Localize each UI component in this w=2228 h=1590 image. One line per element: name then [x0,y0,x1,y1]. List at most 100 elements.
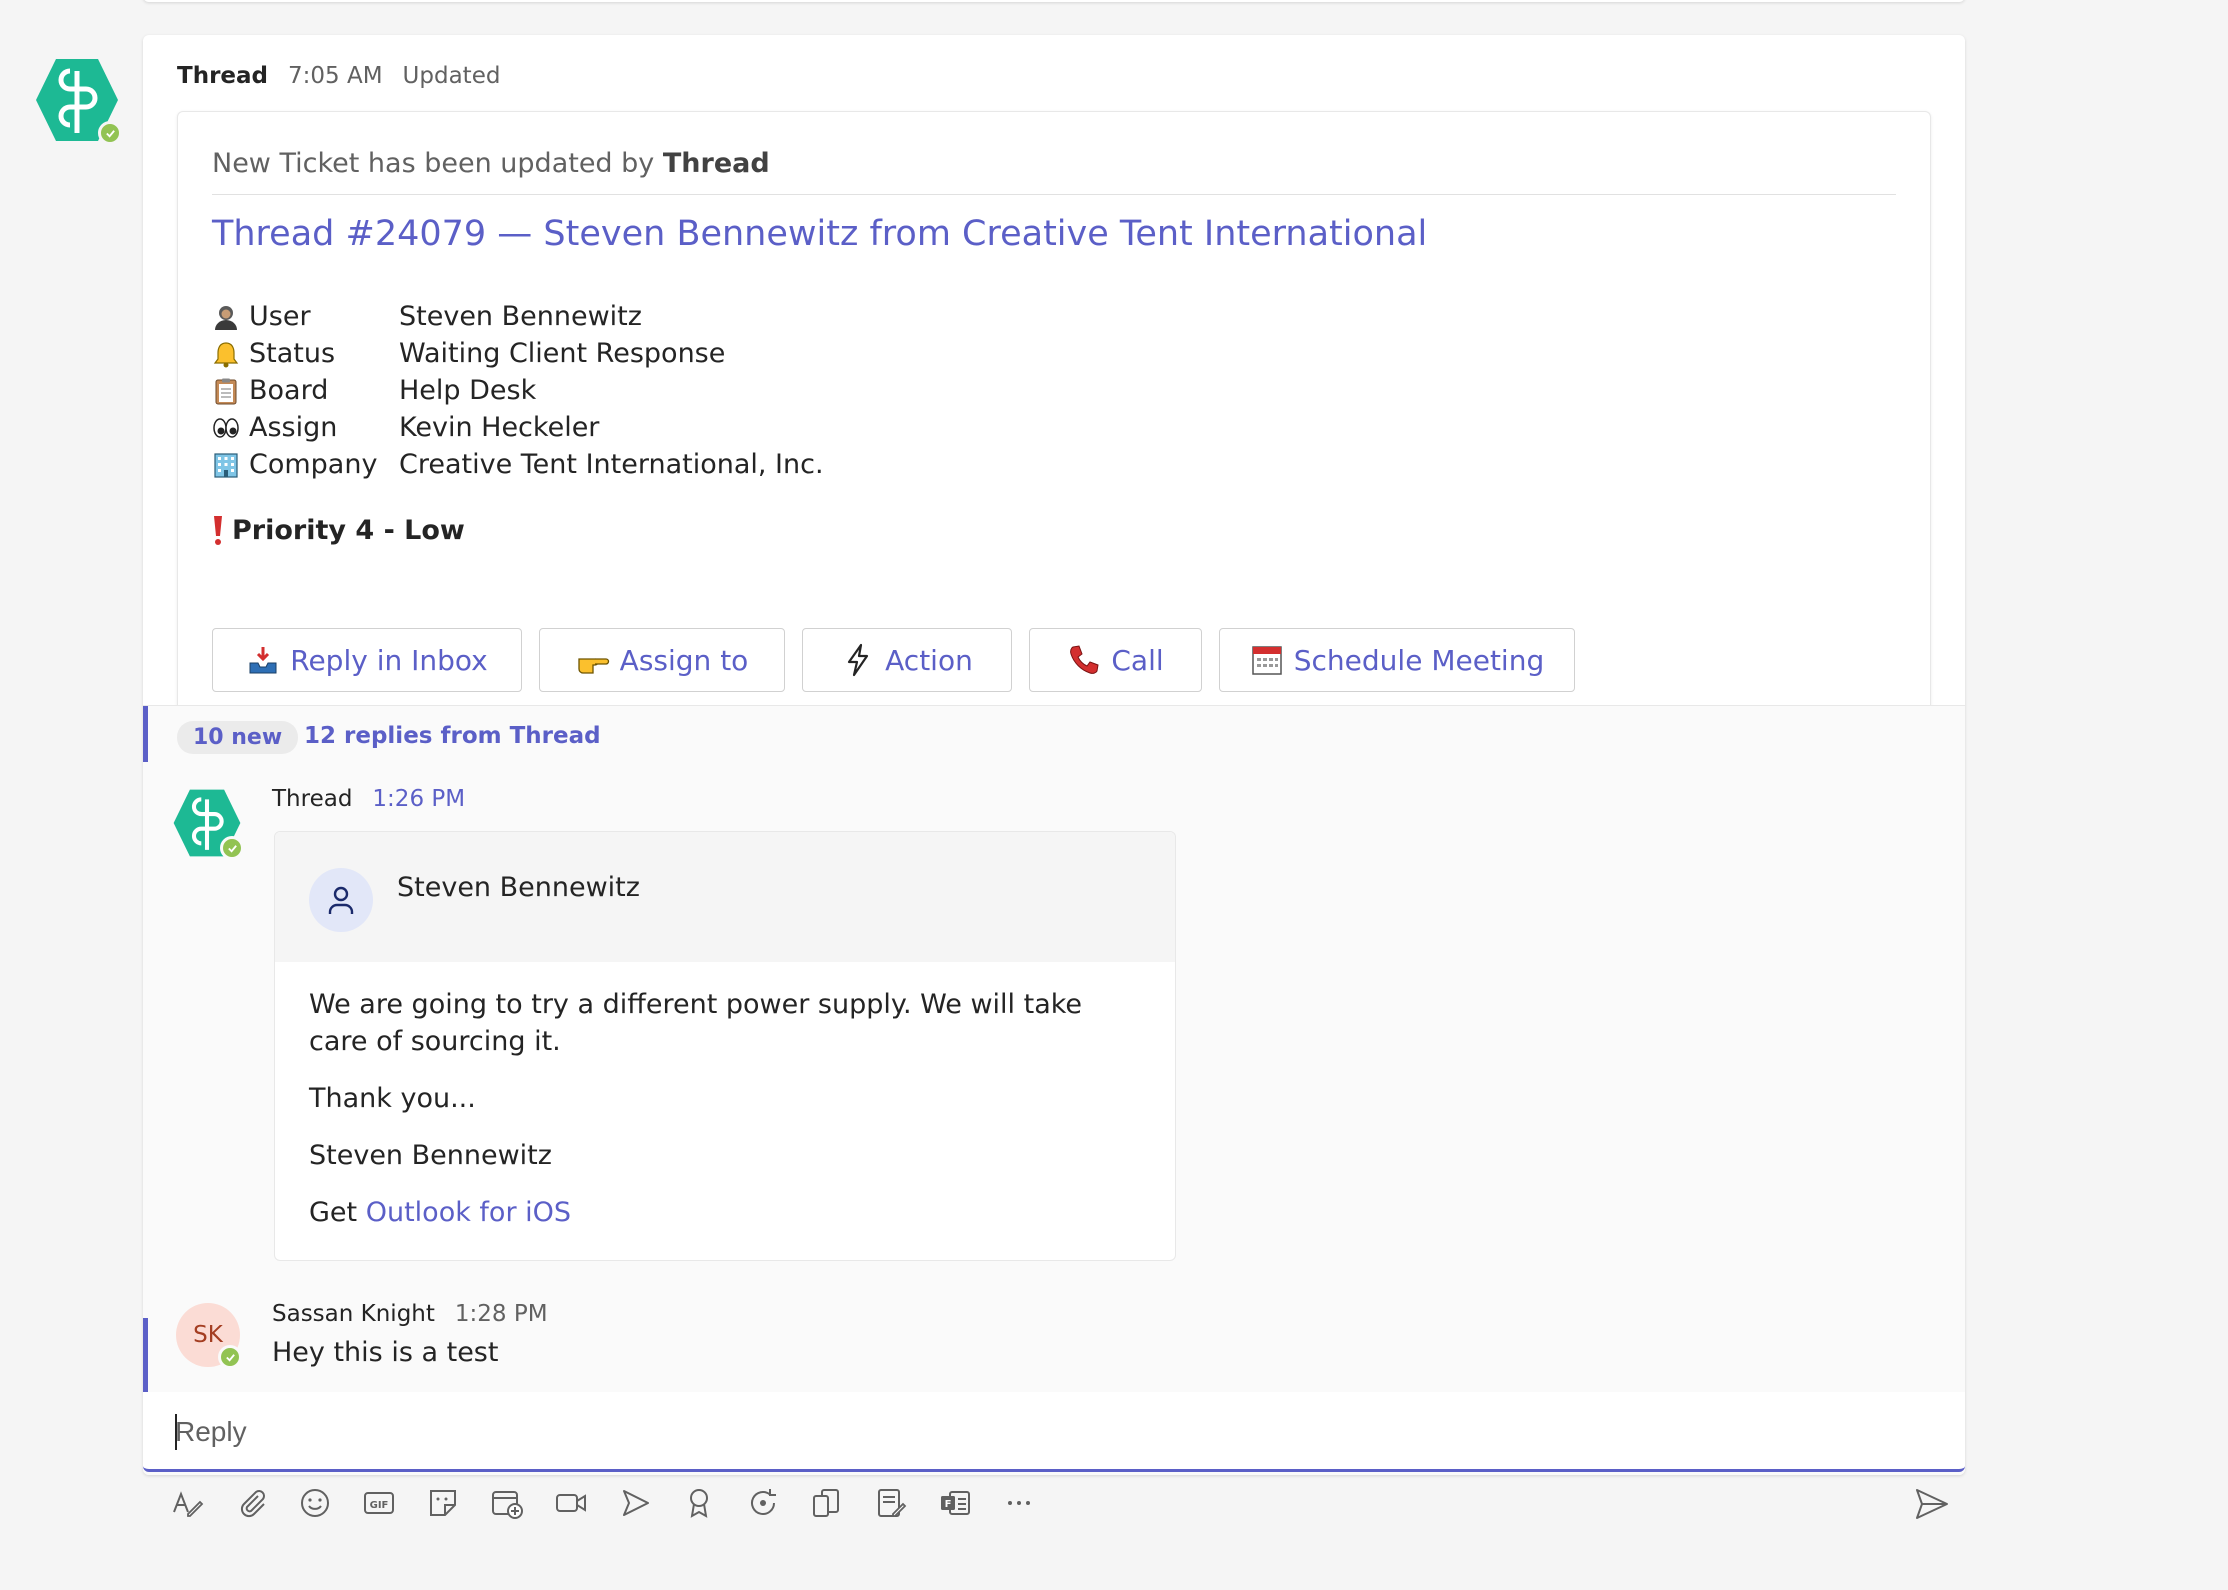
priority-label: Priority 4 - Low [212,514,465,546]
message-card: Thread 7:05 AM Updated New Ticket has be… [143,35,1965,1475]
action-label: Schedule Meeting [1293,643,1545,677]
ticket-card: New Ticket has been updated by Thread Th… [177,111,1931,725]
outlook-ios-link[interactable]: Outlook for iOS [366,1197,571,1228]
approvals-icon[interactable] [810,1486,844,1520]
reply-sender[interactable]: Sassan Knight [272,1301,435,1327]
email-paragraph: Steven Bennewitz [309,1140,552,1171]
email-paragraph: Thank you... [309,1083,476,1114]
replies-expand-link[interactable]: 12 replies from Thread [304,723,601,749]
email-sender-avatar [309,868,373,932]
action-label: Action [885,643,973,677]
updated-by: Thread [662,148,770,179]
calendar-icon [1252,646,1282,675]
office-building-emoji-icon [212,451,240,479]
action-label: Assign to [619,643,749,677]
svg-text:GIF: GIF [370,1500,389,1511]
reply-sender[interactable]: Thread [272,786,352,812]
message-header: Thread 7:05 AM Updated [177,63,500,89]
fact-set: User Steven Bennewitz Status Waiting Cli… [212,298,824,483]
lightning-icon [848,643,869,677]
action-label: Reply in Inbox [290,643,488,677]
loop-icon[interactable] [746,1486,780,1520]
format-icon[interactable] [170,1486,204,1520]
fact-row-assign: Assign Kevin Heckeler [212,409,824,446]
telephone-icon [1070,645,1099,674]
reply-time: 1:28 PM [454,1301,548,1327]
send-button[interactable] [1914,1486,1950,1522]
reply-in-inbox-button[interactable]: Reply in Inbox [212,628,522,692]
video-icon[interactable] [554,1486,588,1520]
person-icon [328,886,354,914]
svg-text:F: F [945,1499,952,1510]
thread-bot-avatar[interactable] [34,57,122,145]
stream-icon[interactable] [618,1486,652,1520]
inbox-tray-icon [249,647,277,674]
schedule-meeting-icon[interactable] [490,1486,524,1520]
reply-time: 1:26 PM [372,786,466,812]
get-text: Get [309,1197,358,1228]
pointing-hand-icon [578,658,609,674]
attach-icon[interactable] [234,1486,268,1520]
email-body: We are going to try a different power su… [275,962,1175,1260]
email-paragraph: Get Outlook for iOS [309,1194,1141,1231]
compose-toolbar: GIF F [170,1486,1036,1520]
schedule-meeting-button[interactable]: Schedule Meeting [1219,628,1575,692]
priority-text: Priority 4 - Low [232,514,465,546]
fact-row-board: Board Help Desk [212,372,824,409]
fact-value: Creative Tent International, Inc. [399,449,824,480]
fact-key: User [249,301,311,332]
action-set: Reply in Inbox Assign to Action Call Sch… [212,628,1575,692]
exclamation-emoji-icon [214,516,222,545]
updated-prefix: New Ticket has been updated by [212,148,655,179]
eyes-emoji-icon [212,414,240,442]
email-paragraph: We are going to try a different power su… [309,989,1083,1057]
new-replies-badge[interactable]: 10 new [177,721,299,754]
bell-emoji-icon [212,340,240,368]
more-options-icon[interactable] [1002,1486,1036,1520]
sticker-icon[interactable] [426,1486,460,1520]
fact-key: Status [249,338,336,369]
message-sender[interactable]: Thread [177,63,268,89]
emoji-icon[interactable] [298,1486,332,1520]
forms-icon[interactable]: F [938,1486,972,1520]
ticket-updated-line: New Ticket has been updated by Thread [212,148,770,179]
updates-icon[interactable] [874,1486,908,1520]
reply-header: Thread 1:26 PM [272,786,465,812]
clipboard-emoji-icon [212,377,240,405]
email-header: Steven Bennewitz [275,832,1175,962]
message-status: Updated [402,63,501,89]
ticket-title-link[interactable]: Thread #24079 — Steven Bennewitz from Cr… [212,214,1427,254]
action-label: Call [1111,643,1164,677]
fact-value: Help Desk [399,375,537,406]
fact-row-status: Status Waiting Client Response [212,335,824,372]
fact-value: Steven Bennewitz [399,301,642,332]
fact-value: Kevin Heckeler [399,412,600,443]
assign-to-button[interactable]: Assign to [539,628,785,692]
sassan-knight-avatar[interactable]: SK [176,1303,242,1369]
reply-input[interactable] [175,1410,1875,1454]
fact-key: Company [249,449,378,480]
person-emoji-icon [212,303,240,331]
call-button[interactable]: Call [1029,628,1202,692]
action-button[interactable]: Action [802,628,1012,692]
praise-icon[interactable] [682,1486,716,1520]
send-icon [1916,1489,1948,1519]
reply-text: Hey this is a test [272,1337,499,1368]
presence-available-icon [218,1345,242,1369]
new-indicator-bar [143,706,148,762]
message-time: 7:05 AM [288,63,383,89]
previous-message-card [143,0,1965,2]
reply-compose-box[interactable] [143,1392,1965,1472]
thread-bot-reply-avatar[interactable] [172,788,244,860]
fact-key: Board [249,375,329,406]
card-divider [212,194,1896,195]
email-card: Steven Bennewitz We are going to try a d… [274,831,1176,1261]
presence-available-icon [98,121,122,145]
reply-header: Sassan Knight 1:28 PM [272,1301,548,1327]
fact-key: Assign [249,412,338,443]
presence-available-icon [220,836,244,860]
fact-value: Waiting Client Response [399,338,726,369]
gif-icon[interactable]: GIF [362,1486,396,1520]
email-from: Steven Bennewitz [397,872,640,903]
avatar-initials: SK [193,1322,223,1348]
